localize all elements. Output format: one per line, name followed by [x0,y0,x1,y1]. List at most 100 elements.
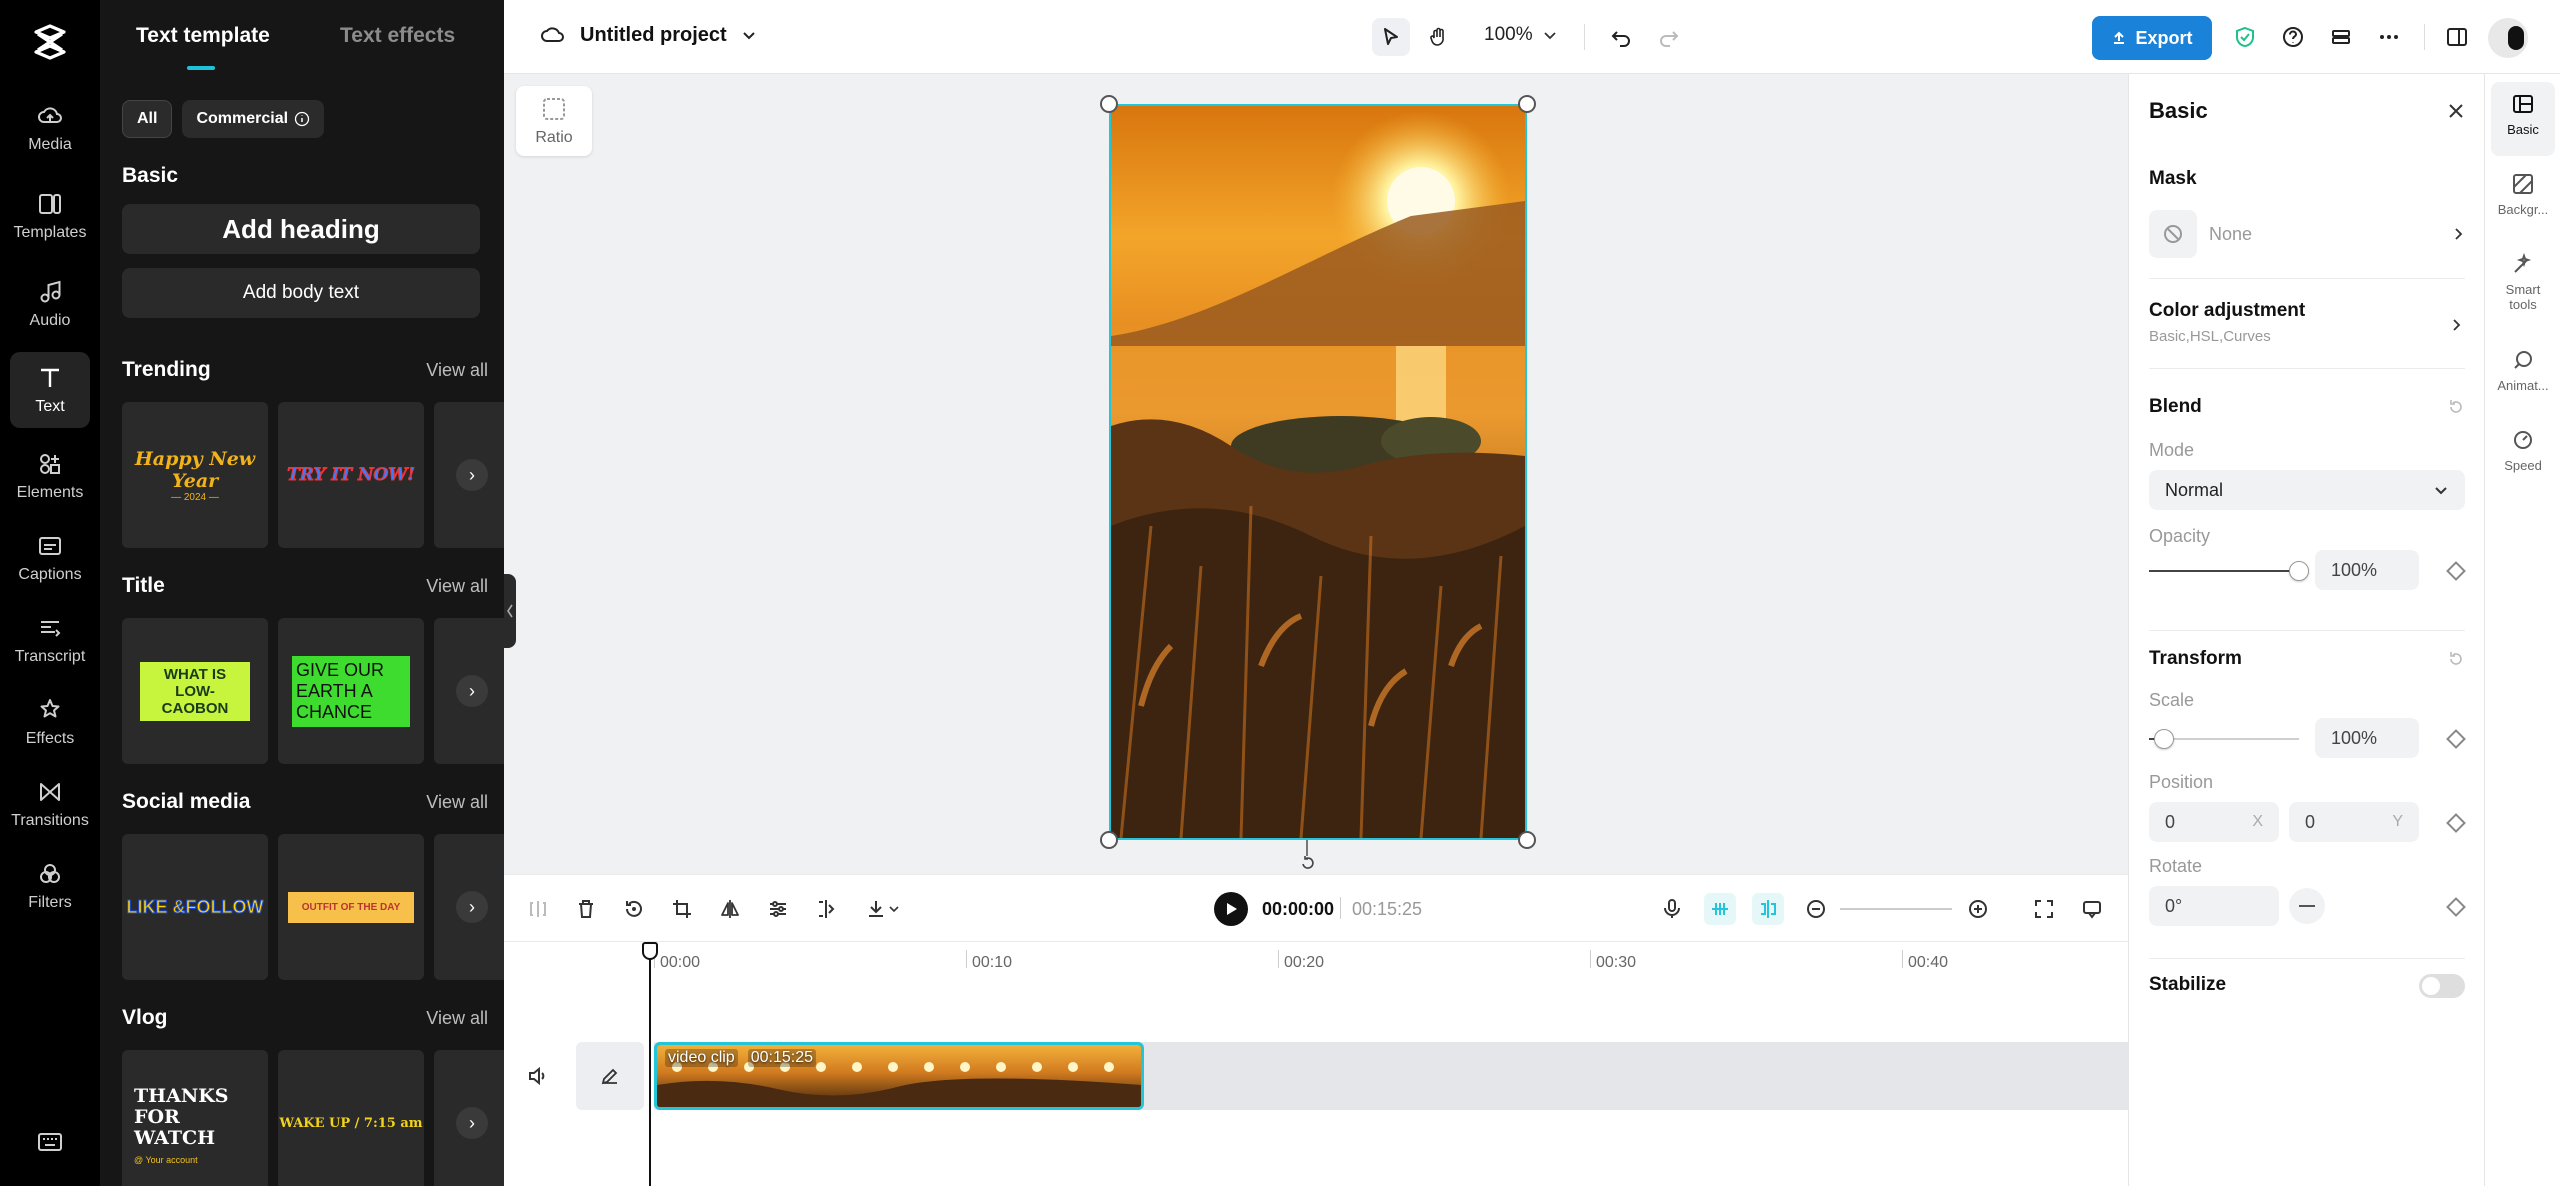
social-view-all-link[interactable]: View all [426,792,488,813]
template-card[interactable]: WHAT IS LOW-CAOBON [122,618,268,764]
zoom-dropdown[interactable]: 100% [1484,24,1557,46]
download-dropdown[interactable] [858,893,910,925]
opacity-keyframe-icon[interactable] [2446,561,2466,581]
scale-slider[interactable] [2149,729,2299,749]
template-card[interactable]: THANKS FOR WATCH @ Your account [122,1050,268,1186]
delete-button[interactable] [570,893,602,925]
opacity-input[interactable]: 100% [2315,550,2419,590]
keyboard-shortcuts-icon[interactable] [36,1128,64,1156]
split-button[interactable] [522,893,554,925]
stack-button[interactable] [2322,18,2360,56]
tab-text-effects[interactable]: Text effects [340,24,455,48]
select-tool-button[interactable] [1372,18,1410,56]
undo-button[interactable] [1602,18,1640,56]
link-toggle[interactable] [1752,893,1784,925]
position-y-input[interactable]: 0 Y [2289,802,2419,842]
zoom-out-button[interactable] [1800,893,1832,925]
trending-next-arrow[interactable]: › [456,459,488,491]
redo-button[interactable] [1650,18,1688,56]
rail-item-effects[interactable]: Effects [10,684,90,760]
fullscreen-button[interactable] [2028,893,2060,925]
vlog-view-all-link[interactable]: View all [426,1008,488,1029]
panel-collapse-handle[interactable] [504,574,516,648]
flip-button[interactable] [714,893,746,925]
rotate-keyframe-icon[interactable] [2446,897,2466,917]
more-options-button[interactable] [2370,18,2408,56]
project-selector[interactable]: Untitled project [540,22,757,48]
rrail-item-basic[interactable]: Basic [2491,82,2555,156]
track-audio-toggle[interactable] [504,1042,572,1110]
tab-text-template[interactable]: Text template [136,24,270,48]
template-card[interactable]: TRY IT NOW! [278,402,424,548]
resize-handle-bottom-left[interactable] [1100,831,1118,849]
opacity-slider[interactable] [2149,561,2309,581]
rail-item-elements[interactable]: Elements [10,438,90,514]
reset-icon[interactable] [2447,398,2465,416]
rail-item-audio[interactable]: Audio [10,266,90,342]
template-card[interactable]: OUTFIT OF THE DAY [278,834,424,980]
add-body-text-button[interactable]: Add body text [122,268,480,318]
chip-commercial[interactable]: Commercial [182,100,325,138]
position-keyframe-icon[interactable] [2446,813,2466,833]
template-card[interactable]: Happy New Year — 2024 — [122,402,268,548]
close-icon[interactable] [2443,98,2469,124]
template-card[interactable]: LIKE &FOLLOW [122,834,268,980]
rrail-item-animation[interactable]: Animat... [2491,338,2555,412]
crop-button[interactable] [666,893,698,925]
rail-item-captions[interactable]: Captions [10,520,90,596]
reset-icon[interactable] [2447,650,2465,668]
rrail-item-speed[interactable]: Speed [2491,418,2555,492]
record-voice-button[interactable] [1656,893,1688,925]
resize-handle-top-left[interactable] [1100,95,1118,113]
ratio-button[interactable]: Ratio [516,86,592,156]
rail-item-transcript[interactable]: Transcript [10,602,90,678]
social-next-arrow[interactable]: › [456,891,488,923]
rotate-handle-icon[interactable] [1299,854,1317,872]
resize-handle-top-right[interactable] [1518,95,1536,113]
color-adjustment-row[interactable]: Color adjustment Basic,HSL,Curves [2149,300,2465,350]
scale-keyframe-icon[interactable] [2446,729,2466,749]
mask-selector[interactable]: None [2149,210,2465,258]
template-card[interactable]: GIVE OUR EARTH A CHANCE [278,618,424,764]
title-view-all-link[interactable]: View all [426,576,488,597]
blend-mode-select[interactable]: Normal [2149,470,2465,510]
trending-view-all-link[interactable]: View all [426,360,488,381]
play-button[interactable] [1214,892,1248,926]
timeline-zoom-slider[interactable] [1840,908,1952,910]
rotate-dial[interactable] [2289,888,2325,924]
video-clip[interactable]: video clip 00:15:25 [654,1042,1144,1110]
hand-tool-button[interactable] [1420,18,1458,56]
export-button[interactable]: Export [2092,16,2212,60]
vlog-next-arrow[interactable]: › [456,1107,488,1139]
rotate-input[interactable]: 0° [2149,886,2279,926]
rrail-item-smart-tools[interactable]: Smart tools [2491,242,2555,328]
rrail-item-background[interactable]: Backgr... [2491,162,2555,236]
rail-item-text[interactable]: Text [10,352,90,428]
playhead-handle[interactable] [642,942,658,960]
scale-input[interactable]: 100% [2315,718,2419,758]
adjust-button[interactable] [762,893,794,925]
add-heading-button[interactable]: Add heading [122,204,480,254]
rail-item-templates[interactable]: Templates [10,178,90,254]
app-logo-icon[interactable] [30,22,70,62]
rail-item-filters[interactable]: Filters [10,848,90,924]
avatar[interactable] [2488,18,2528,58]
trim-button[interactable] [810,893,842,925]
rail-item-transitions[interactable]: Transitions [10,766,90,842]
shield-button[interactable] [2226,18,2264,56]
help-button[interactable] [2274,18,2312,56]
opacity-slider-thumb[interactable] [2289,561,2309,581]
scale-slider-thumb[interactable] [2154,729,2174,749]
stabilize-toggle[interactable] [2419,974,2465,998]
loop-button[interactable] [618,893,650,925]
resize-handle-bottom-right[interactable] [1518,831,1536,849]
rail-item-media[interactable]: Media [10,90,90,166]
title-next-arrow[interactable]: › [456,675,488,707]
comment-button[interactable] [2076,893,2108,925]
template-card[interactable]: WAKE UP / 7:15 am [278,1050,424,1186]
video-preview-frame[interactable] [1109,104,1527,840]
snap-toggle[interactable] [1704,893,1736,925]
zoom-in-button[interactable] [1962,893,1994,925]
layout-toggle-button[interactable] [2438,18,2476,56]
position-x-input[interactable]: 0 X [2149,802,2279,842]
